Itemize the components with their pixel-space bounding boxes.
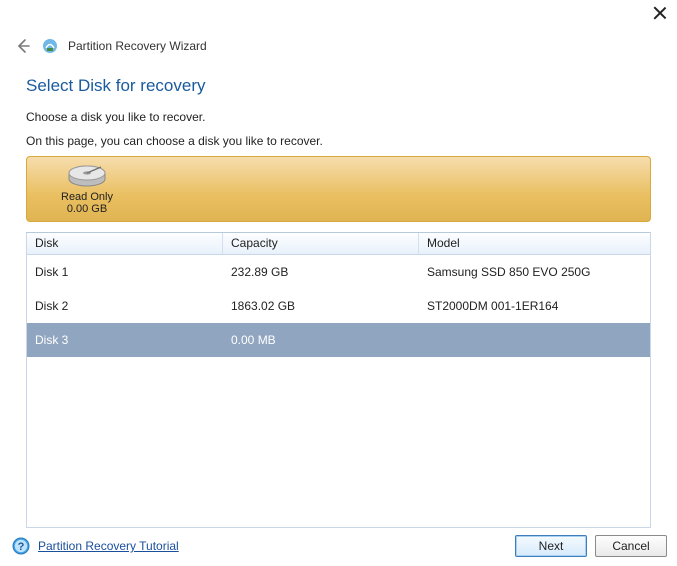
disk-icon xyxy=(65,163,109,191)
table-row[interactable]: Disk 30.00 MB xyxy=(27,323,650,357)
page-sub-text: On this page, you can choose a disk you … xyxy=(26,134,651,148)
disk-table: Disk Capacity Model Disk 1232.89 GBSamsu… xyxy=(26,232,651,528)
cancel-button[interactable]: Cancel xyxy=(595,535,667,557)
media-status-label: Read Only xyxy=(61,191,113,203)
column-header-capacity[interactable]: Capacity xyxy=(223,233,419,254)
header: Partition Recovery Wizard xyxy=(0,32,677,60)
app-icon xyxy=(42,38,58,54)
cell-disk: Disk 2 xyxy=(27,299,223,313)
wizard-window: Partition Recovery Wizard Select Disk fo… xyxy=(0,0,677,566)
footer: ? Partition Recovery Tutorial Next Cance… xyxy=(0,532,677,566)
cell-model: Samsung SSD 850 EVO 250G xyxy=(419,265,650,279)
cell-capacity: 232.89 GB xyxy=(223,265,419,279)
table-row[interactable]: Disk 21863.02 GBST2000DM 001-1ER164 xyxy=(27,289,650,323)
help-icon: ? xyxy=(12,537,30,555)
page-title: Select Disk for recovery xyxy=(26,76,651,96)
media-info-box: Read Only 0.00 GB xyxy=(26,156,651,222)
table-body: Disk 1232.89 GBSamsung SSD 850 EVO 250GD… xyxy=(27,255,650,357)
next-button[interactable]: Next xyxy=(515,535,587,557)
cell-disk: Disk 3 xyxy=(27,333,223,347)
column-header-disk[interactable]: Disk xyxy=(27,233,223,254)
content: Select Disk for recovery Choose a disk y… xyxy=(0,60,677,528)
cell-disk: Disk 1 xyxy=(27,265,223,279)
header-title: Partition Recovery Wizard xyxy=(68,39,207,53)
page-body-text: Choose a disk you like to recover. xyxy=(26,110,651,124)
column-header-model[interactable]: Model xyxy=(419,233,650,254)
table-row[interactable]: Disk 1232.89 GBSamsung SSD 850 EVO 250G xyxy=(27,255,650,289)
media-size-label: 0.00 GB xyxy=(67,203,107,215)
tutorial-link[interactable]: Partition Recovery Tutorial xyxy=(38,539,179,553)
back-button[interactable] xyxy=(14,37,32,55)
close-icon[interactable] xyxy=(653,6,667,20)
cell-capacity: 1863.02 GB xyxy=(223,299,419,313)
svg-text:?: ? xyxy=(18,541,25,553)
arrow-left-icon xyxy=(15,38,31,54)
cell-model: ST2000DM 001-1ER164 xyxy=(419,299,650,313)
cell-capacity: 0.00 MB xyxy=(223,333,419,347)
titlebar xyxy=(0,0,677,32)
table-header: Disk Capacity Model xyxy=(27,233,650,255)
